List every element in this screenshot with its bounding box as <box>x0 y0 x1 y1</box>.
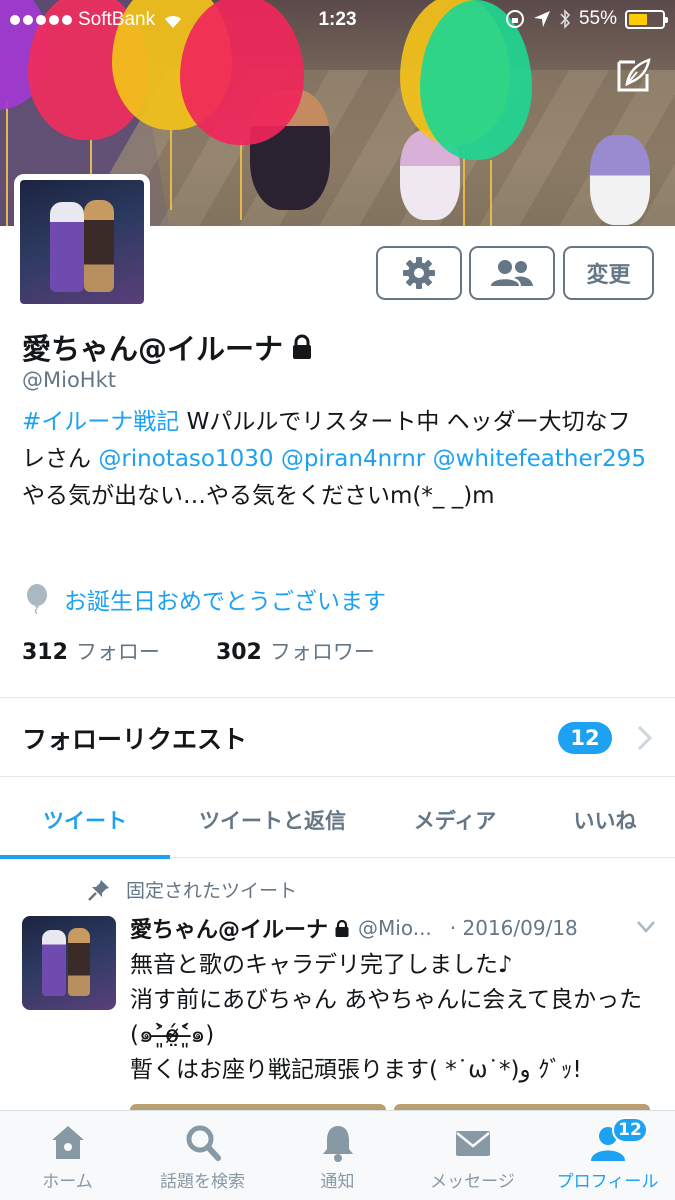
bell-icon <box>322 1126 353 1162</box>
tab-profile-label: プロフィール <box>556 1172 659 1192</box>
tab-search[interactable]: 話題を検索 <box>135 1111 270 1200</box>
tweet-line: 無音と歌のキャラデリ完了しました♪ <box>130 952 513 978</box>
bio-mention-link[interactable]: @piran4nrnr <box>281 446 425 472</box>
display-name: 愛ちゃん@イルーナ <box>22 326 313 368</box>
lock-icon <box>293 334 312 359</box>
profile-screen: SoftBank 1:23 55% 変更 愛ちゃん@イルーナ @MioHkt #… <box>0 0 675 1200</box>
followers-count[interactable]: 302 フォロワー <box>216 636 375 666</box>
tab-home[interactable]: ホーム <box>0 1111 135 1200</box>
following-count[interactable]: 312 フォロー <box>22 636 160 666</box>
bio-text: やる気が出ない…やる気をくださいm(*_ _)m <box>22 483 495 509</box>
balloon-string <box>240 140 242 220</box>
battery-fill <box>629 13 647 25</box>
envelope-icon <box>455 1131 490 1156</box>
gear-icon <box>403 257 435 289</box>
balloon-string <box>6 100 8 226</box>
birthday-row[interactable]: お誕生日おめでとうございます <box>24 582 386 616</box>
tab-messages[interactable]: メッセージ <box>405 1111 540 1200</box>
profile-notification-badge: 12 <box>612 1117 648 1143</box>
birthday-text: お誕生日おめでとうございます <box>64 589 386 615</box>
lists-button[interactable] <box>469 246 555 300</box>
lock-icon <box>335 919 349 937</box>
tab-notifications[interactable]: 通知 <box>270 1111 405 1200</box>
tweet-author-handle: @Mio... <box>358 916 432 940</box>
tab-media[interactable]: メディア <box>375 782 535 858</box>
battery-percent: 55% <box>578 8 617 29</box>
chevron-down-icon[interactable] <box>636 920 656 934</box>
avatar-figure <box>68 928 90 996</box>
tab-profile[interactable]: プロフィール 12 <box>540 1111 675 1200</box>
chevron-right-icon <box>637 725 653 751</box>
followers-label: フォロワー <box>269 640 375 664</box>
display-name-text: 愛ちゃん@イルーナ <box>22 332 284 366</box>
pin-icon <box>88 879 109 901</box>
following-number: 312 <box>22 640 68 665</box>
tweet-text: 無音と歌のキャラデリ完了しました♪ 消す前にあびちゃん あやちゃんに会えて良かっ… <box>130 948 660 1088</box>
location-icon <box>533 11 550 27</box>
edit-profile-button[interactable]: 変更 <box>563 246 654 300</box>
tweet-line: 暫くはお座り戦記頑張ります( *˙ω˙*)و ｸﾞｯ! <box>130 1057 582 1083</box>
pinned-tweet-label: 固定されたツイート <box>88 876 297 903</box>
pinned-label-text: 固定されたツイート <box>126 880 298 902</box>
section-divider <box>0 697 675 698</box>
compose-feather-icon[interactable] <box>615 56 653 94</box>
tweet-author-name[interactable]: 愛ちゃん@イルーナ <box>130 912 328 944</box>
avatar-figure <box>42 930 66 996</box>
tab-messages-label: メッセージ <box>430 1172 515 1192</box>
battery-icon <box>625 9 668 29</box>
balloon-string <box>490 160 492 226</box>
balloon-string <box>170 130 172 210</box>
bio-mention-link[interactable]: @rinotaso1030 <box>98 446 273 472</box>
bio-hashtag-link[interactable]: #イルーナ戦記 <box>22 409 179 435</box>
profile-avatar[interactable] <box>14 174 150 310</box>
profile-tabs: ツイート ツイートと返信 メディア いいね <box>0 782 675 859</box>
following-label: フォロー <box>75 640 160 664</box>
tab-tweets[interactable]: ツイート <box>0 782 170 859</box>
bio-mention-link[interactable]: @whitefeather295 <box>433 446 646 472</box>
header-character <box>590 135 650 225</box>
tab-notifications-label: 通知 <box>320 1172 355 1192</box>
tweet-header: 愛ちゃん@イルーナ @Mio... · 2016/09/18 <box>130 912 660 944</box>
follow-request-label: フォローリクエスト <box>22 725 248 754</box>
tweet-line: 消す前にあびちゃん あやちゃんに会えて良かった(๑˃̶͈̀ó̴̶̷̤˂̶͈́๑) <box>130 987 643 1048</box>
follow-request-count-badge: 12 <box>558 722 612 754</box>
profile-handle: @MioHkt <box>22 368 116 392</box>
balloon-icon <box>27 584 47 614</box>
profile-bio: #イルーナ戦記 Wパルルでリスタート中 ヘッダー大切なフレさん @rinotas… <box>22 404 652 515</box>
status-right: 55% <box>505 8 668 30</box>
tab-home-label: ホーム <box>42 1172 93 1192</box>
avatar-figure <box>84 200 114 292</box>
tab-search-label: 話題を検索 <box>160 1172 245 1192</box>
avatar-figure <box>50 202 84 292</box>
settings-button[interactable] <box>376 246 462 300</box>
bottom-tab-bar: ホーム 話題を検索 通知 メッセージ プロフィール 12 <box>0 1110 675 1200</box>
tweet-avatar[interactable] <box>22 916 116 1010</box>
followers-number: 302 <box>215 640 262 665</box>
status-bar: SoftBank 1:23 55% <box>0 0 675 38</box>
home-icon <box>51 1126 84 1159</box>
balloon-string <box>463 150 465 226</box>
tweet-date: · 2016/09/18 <box>449 916 578 940</box>
people-icon <box>491 260 533 286</box>
tab-likes[interactable]: いいね <box>535 782 675 858</box>
search-icon <box>186 1125 221 1161</box>
tab-tweets-and-replies[interactable]: ツイートと返信 <box>170 782 375 858</box>
bluetooth-icon <box>560 9 571 29</box>
follow-counts: 312 フォロー 302 フォロワー <box>22 636 375 666</box>
rotation-lock-icon <box>505 10 524 28</box>
section-divider <box>0 776 675 777</box>
